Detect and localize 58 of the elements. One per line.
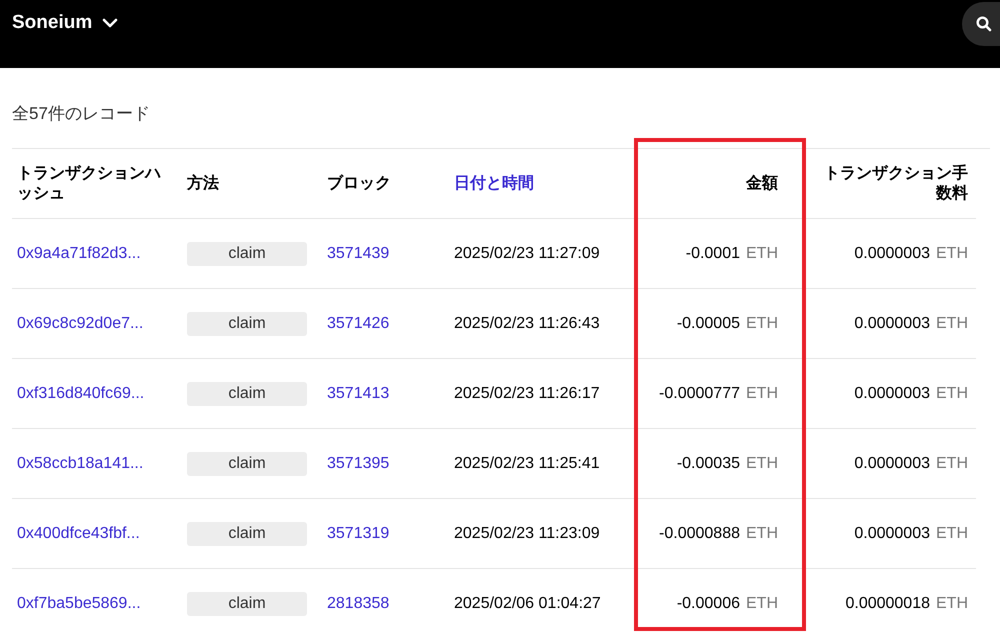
transaction-hash-link[interactable]: 0xf7ba5be5869... (17, 594, 141, 612)
fee-value: 0.00000018 (845, 594, 930, 612)
column-header: トランザクション手数料 (806, 149, 976, 219)
amount-value: -0.0000888 (659, 524, 740, 542)
fee-value: 0.0000003 (854, 244, 930, 262)
currency-unit: ETH (936, 454, 968, 472)
timestamp-cell: 2025/02/06 01:04:27 (435, 569, 638, 634)
column-header: トランザクションハッシュ (12, 149, 174, 219)
amount-value: -0.00006 (676, 594, 740, 612)
block-link[interactable]: 3571413 (327, 384, 390, 402)
fee-value: 0.0000003 (854, 384, 930, 402)
amount-value: -0.00035 (676, 454, 740, 472)
block-link[interactable]: 2818358 (327, 594, 390, 612)
timestamp-cell: 2025/02/23 11:23:09 (435, 499, 638, 569)
transaction-hash-link[interactable]: 0x58ccb18a141... (17, 454, 144, 472)
amount-value: -0.0001 (686, 244, 740, 262)
currency-unit: ETH (936, 524, 968, 542)
method-badge: claim (187, 242, 307, 266)
currency-unit: ETH (936, 384, 968, 402)
fee-value: 0.0000003 (854, 524, 930, 542)
amount-value: -0.00005 (676, 314, 740, 332)
method-badge: claim (187, 312, 307, 336)
chevron-down-icon (102, 18, 118, 28)
search-icon (976, 16, 992, 32)
block-link[interactable]: 3571426 (327, 314, 390, 332)
currency-unit: ETH (936, 594, 968, 612)
transaction-hash-link[interactable]: 0xf316d840fc69... (17, 384, 144, 402)
fee-value: 0.0000003 (854, 314, 930, 332)
timestamp-cell: 2025/02/23 11:26:17 (435, 359, 638, 429)
network-selector[interactable]: Soneium (12, 12, 118, 34)
block-link[interactable]: 3571439 (327, 244, 390, 262)
fee-value: 0.0000003 (854, 454, 930, 472)
method-badge: claim (187, 522, 307, 546)
currency-unit: ETH (746, 384, 778, 402)
column-header: 金額 (638, 149, 806, 219)
method-badge: claim (187, 452, 307, 476)
transaction-hash-link[interactable]: 0x69c8c92d0e7... (17, 314, 144, 332)
column-header: 方法 (174, 149, 315, 219)
timestamp-cell: 2025/02/23 11:26:43 (435, 289, 638, 359)
column-header: ブロック (315, 149, 435, 219)
currency-unit: ETH (746, 594, 778, 612)
amount-value: -0.0000777 (659, 384, 740, 402)
method-badge: claim (187, 382, 307, 406)
currency-unit: ETH (936, 314, 968, 332)
currency-unit: ETH (746, 314, 778, 332)
method-badge: claim (187, 592, 307, 616)
record-count: 全57件のレコード (12, 103, 151, 125)
sort-header-link[interactable]: 日付と時間 (435, 149, 638, 219)
transaction-hash-link[interactable]: 0x9a4a71f82d3... (17, 244, 141, 262)
transaction-hash-link[interactable]: 0x400dfce43fbf... (17, 524, 140, 542)
currency-unit: ETH (936, 244, 968, 262)
timestamp-cell: 2025/02/23 11:25:41 (435, 429, 638, 499)
currency-unit: ETH (746, 244, 778, 262)
block-link[interactable]: 3571395 (327, 454, 390, 472)
timestamp-cell: 2025/02/23 11:27:09 (435, 219, 638, 289)
currency-unit: ETH (746, 454, 778, 472)
block-link[interactable]: 3571319 (327, 524, 390, 542)
currency-unit: ETH (746, 524, 778, 542)
